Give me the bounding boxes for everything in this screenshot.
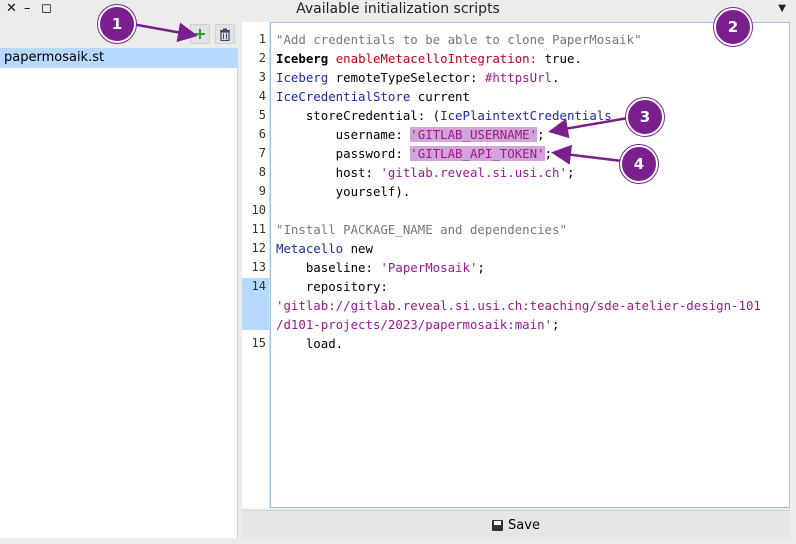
callout-arrows	[131, 22, 629, 165]
callout-4: 4	[620, 145, 658, 183]
callout-3: 3	[626, 98, 664, 136]
callout-1: 1	[98, 5, 136, 43]
callout-2: 2	[714, 8, 752, 46]
